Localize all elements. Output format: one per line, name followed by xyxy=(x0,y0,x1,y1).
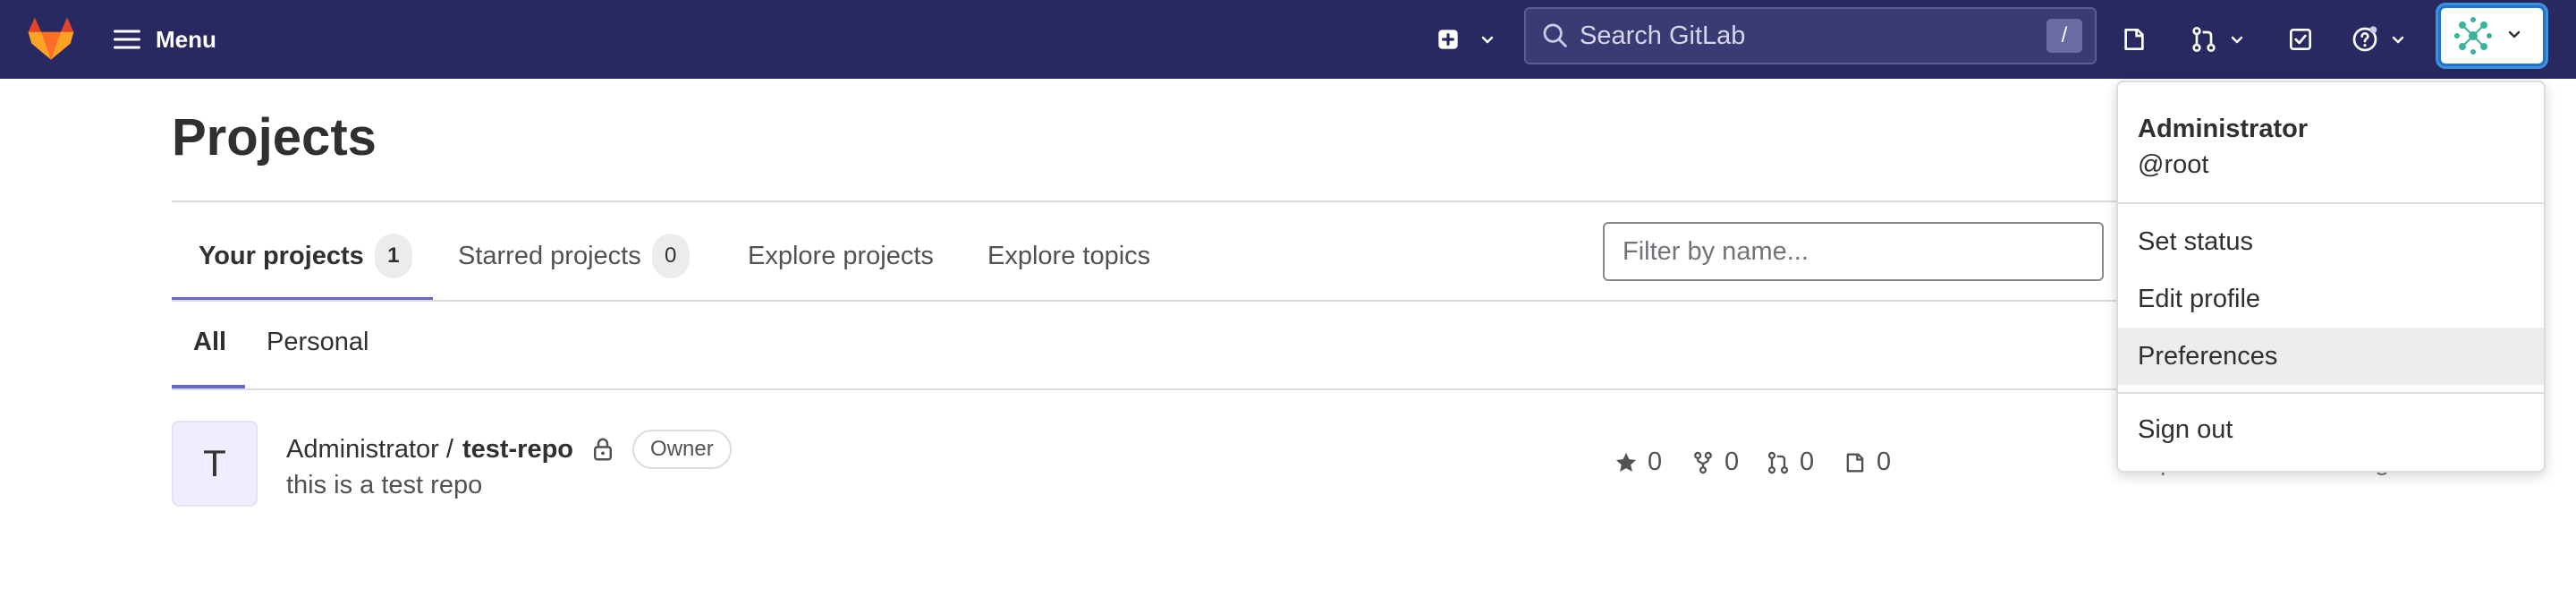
edit-profile-item[interactable]: Edit profile xyxy=(2118,270,2544,328)
project-name-link[interactable]: test-repo xyxy=(462,435,573,465)
search-shortcut-key: / xyxy=(2046,19,2082,53)
forks-count[interactable]: 0 xyxy=(1690,448,1739,477)
search-input[interactable]: Search GitLab / xyxy=(1524,7,2097,64)
user-dropdown-menu: Administrator @root Set status Edit prof… xyxy=(2116,81,2546,473)
project-description: this is a test repo xyxy=(286,471,483,499)
fork-icon xyxy=(1694,451,1712,473)
project-title: Administrator / test-repo Owner xyxy=(286,430,732,469)
user-menu-button[interactable] xyxy=(2438,5,2546,66)
issues-icon xyxy=(1846,453,1864,472)
chevron-down-icon xyxy=(2392,36,2404,44)
issues-button[interactable] xyxy=(2116,16,2152,63)
todos-button[interactable] xyxy=(2283,16,2318,63)
chevron-down-icon xyxy=(1481,36,1494,44)
tab-label: Explore projects xyxy=(748,241,934,270)
top-navbar: Menu Search GitLab / xyxy=(0,0,2576,79)
merge-requests-chevron[interactable] xyxy=(2224,16,2250,63)
new-item-button[interactable] xyxy=(1429,16,1467,63)
merge-request-icon xyxy=(1767,451,1789,473)
tab-explore-projects[interactable]: Explore projects xyxy=(748,231,934,281)
divider xyxy=(2118,392,2544,394)
tab-starred-projects[interactable]: Starred projects 0 xyxy=(458,231,690,281)
stars-count[interactable]: 0 xyxy=(1614,448,1662,477)
help-button[interactable] xyxy=(2347,16,2383,63)
merge-requests-button[interactable] xyxy=(2186,16,2222,63)
tab-label: Your projects xyxy=(199,241,364,270)
merge-requests-count[interactable]: 0 xyxy=(1766,448,1814,477)
filter-by-name-input[interactable]: Filter by name... xyxy=(1603,222,2104,281)
count-badge: 1 xyxy=(374,234,412,278)
stars-value: 0 xyxy=(1648,448,1663,476)
filter-placeholder: Filter by name... xyxy=(1623,236,1809,266)
tab-label: Starred projects xyxy=(458,241,641,270)
new-item-dropdown-chevron[interactable] xyxy=(1474,16,1501,63)
issues-count[interactable]: 0 xyxy=(1843,448,1891,477)
menu-button[interactable]: Menu xyxy=(111,18,216,61)
dropdown-username[interactable]: @root xyxy=(2138,150,2208,180)
hamburger-icon xyxy=(114,30,140,49)
dropdown-user-name[interactable]: Administrator xyxy=(2138,115,2308,144)
chevron-down-icon xyxy=(2231,36,2243,44)
help-chevron[interactable] xyxy=(2385,16,2411,63)
search-placeholder: Search GitLab xyxy=(1580,21,1746,50)
page-title: Projects xyxy=(172,108,377,166)
merge-request-icon xyxy=(2192,27,2216,52)
issues-icon xyxy=(2124,29,2144,50)
chevron-down-icon xyxy=(2505,25,2523,47)
todo-check-icon xyxy=(2290,29,2311,50)
divider xyxy=(172,200,2408,202)
project-namespace-link[interactable]: Administrator / xyxy=(286,435,453,465)
tab-label: Explore topics xyxy=(987,241,1151,270)
issues-value: 0 xyxy=(1877,448,1892,476)
subtab-all[interactable]: All xyxy=(193,328,226,357)
gitlab-logo-icon[interactable] xyxy=(25,13,77,64)
divider xyxy=(172,300,2408,302)
divider xyxy=(2118,202,2544,204)
forks-value: 0 xyxy=(1724,448,1740,476)
divider xyxy=(172,388,2408,390)
project-avatar[interactable]: T xyxy=(172,421,258,507)
sign-out-item[interactable]: Sign out xyxy=(2118,401,2544,458)
user-avatar xyxy=(2454,17,2492,55)
lock-icon xyxy=(594,438,613,461)
count-badge: 0 xyxy=(651,234,690,278)
tab-explore-topics[interactable]: Explore topics xyxy=(987,231,1150,281)
merge-requests-value: 0 xyxy=(1800,448,1815,476)
tab-your-projects[interactable]: Your projects 1 xyxy=(199,231,412,281)
search-icon xyxy=(1543,23,1567,47)
set-status-item[interactable]: Set status xyxy=(2118,213,2544,270)
role-badge: Owner xyxy=(632,430,732,469)
preferences-item[interactable]: Preferences xyxy=(2118,328,2544,385)
star-icon xyxy=(1615,452,1637,472)
menu-label: Menu xyxy=(156,25,216,53)
help-icon xyxy=(2352,26,2377,52)
subtab-personal[interactable]: Personal xyxy=(267,328,369,357)
plus-square-icon xyxy=(1438,30,1458,49)
